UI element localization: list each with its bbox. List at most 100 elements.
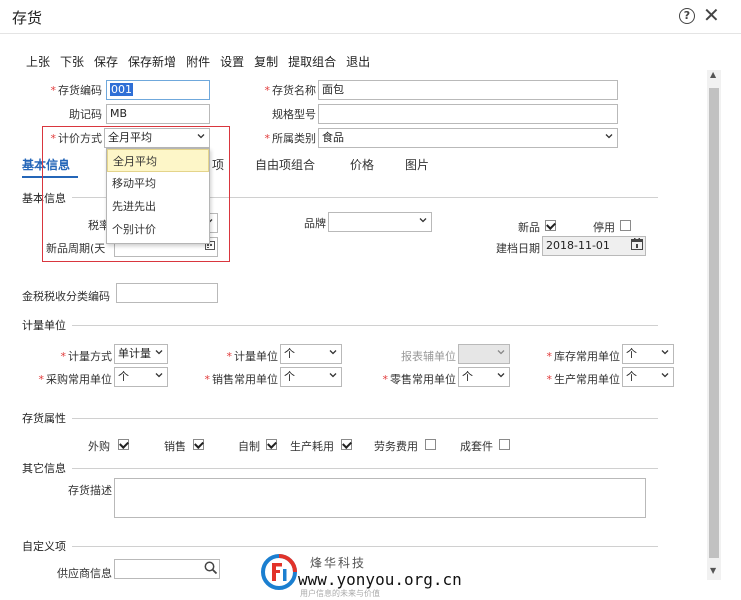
chevron-down-icon <box>497 371 505 379</box>
section-divider <box>72 325 658 326</box>
production-unit-label: * 生产常用单位 <box>546 373 621 386</box>
new-product-checkbox[interactable] <box>545 220 556 231</box>
tab-basic-info[interactable]: 基本信息 <box>22 156 70 173</box>
inventory-code-input[interactable]: 001 <box>106 80 210 100</box>
spec-model-label: 规格型号 <box>272 108 316 121</box>
valuation-option[interactable]: 先进先出 <box>107 195 209 218</box>
next-record-button[interactable]: 下张 <box>60 53 84 69</box>
tab-images[interactable]: 图片 <box>405 156 429 173</box>
other-info-section-title: 其它信息 <box>22 462 66 475</box>
purchase-unit-label: * 采购常用单位 <box>38 373 113 386</box>
spec-model-input[interactable] <box>318 104 618 124</box>
chevron-down-icon <box>419 216 427 224</box>
chevron-down-icon <box>661 371 669 379</box>
measure-unit-label: * 计量单位 <box>226 350 279 363</box>
watermark-sub-text: 用户信息的未来与价值 <box>300 589 380 598</box>
section-divider <box>72 468 658 469</box>
watermark-url-text: www.yonyou.org.cn <box>298 570 462 589</box>
toolbar: 上张 下张 保存 保存新增 附件 设置 复制 提取组合 退出 <box>26 53 380 69</box>
new-cycle-label: 新品周期(天 <box>46 242 106 255</box>
settings-button[interactable]: 设置 <box>220 53 244 69</box>
active-tab-indicator <box>22 176 78 178</box>
valuation-method-select[interactable]: 全月平均 <box>104 128 210 148</box>
scroll-down-icon[interactable]: ▼ <box>710 566 716 575</box>
report-aux-unit-label: 报表辅单位 <box>401 350 456 363</box>
help-icon[interactable]: ? <box>679 8 695 24</box>
unit-section-title: 计量单位 <box>22 319 66 332</box>
disabled-checkbox[interactable] <box>620 220 631 231</box>
attr-purchased-checkbox[interactable] <box>118 439 129 450</box>
new-product-label: 新品 <box>518 221 540 234</box>
report-aux-unit-select <box>458 344 510 364</box>
inventory-name-input[interactable]: 面包 <box>318 80 618 100</box>
brand-select[interactable] <box>328 212 432 232</box>
attachment-button[interactable]: 附件 <box>186 53 210 69</box>
valuation-option[interactable]: 全月平均 <box>107 149 209 172</box>
valuation-method-label: * 计价方式 <box>50 132 103 145</box>
attr-sales-checkbox[interactable] <box>193 439 204 450</box>
attr-production-use-checkbox[interactable] <box>341 439 352 450</box>
brand-label: 品牌 <box>304 217 326 230</box>
attr-labor-cost-checkbox[interactable] <box>425 439 436 450</box>
chevron-down-icon <box>155 348 163 356</box>
tab-price[interactable]: 价格 <box>350 156 374 173</box>
scrollbar-thumb[interactable] <box>709 88 719 558</box>
measure-unit-select[interactable]: 个 <box>280 344 342 364</box>
prev-record-button[interactable]: 上张 <box>26 53 50 69</box>
watermark: 烽华科技 www.yonyou.org.cn 用户信息的未来与价值 <box>260 550 490 600</box>
search-icon[interactable] <box>204 561 218 575</box>
attr-production-use-label: 生产耗用 <box>290 440 334 453</box>
chevron-down-icon <box>329 371 337 379</box>
attr-kit-checkbox[interactable] <box>499 439 510 450</box>
stock-unit-select[interactable]: 个 <box>622 344 674 364</box>
exit-button[interactable]: 退出 <box>346 53 370 69</box>
attr-self-made-label: 自制 <box>238 440 260 453</box>
attr-kit-label: 成套件 <box>460 440 493 453</box>
sales-unit-select[interactable]: 个 <box>280 367 342 387</box>
tax-rate-label: 税率 <box>88 219 110 232</box>
category-select[interactable]: 食品 <box>318 128 618 148</box>
retail-unit-label: * 零售常用单位 <box>382 373 457 386</box>
chevron-down-icon <box>661 348 669 356</box>
stock-unit-label: * 库存常用单位 <box>546 350 621 363</box>
watermark-logo-icon <box>261 554 297 590</box>
retail-unit-select[interactable]: 个 <box>458 367 510 387</box>
mnemonic-code-input[interactable]: MB <box>106 104 210 124</box>
chevron-down-icon <box>497 348 505 356</box>
chevron-down-icon <box>329 348 337 356</box>
description-textarea[interactable] <box>114 478 646 518</box>
copy-button[interactable]: 复制 <box>254 53 278 69</box>
watermark-cn-text: 烽华科技 <box>310 556 367 570</box>
scroll-up-icon[interactable]: ▲ <box>710 70 716 79</box>
chevron-down-icon <box>155 371 163 379</box>
attributes-section-title: 存货属性 <box>22 412 66 425</box>
sales-unit-label: * 销售常用单位 <box>204 373 279 386</box>
measure-method-label: * 计量方式 <box>60 350 113 363</box>
tax-code-input[interactable] <box>116 283 218 303</box>
window-title: 存货 <box>12 9 43 27</box>
attr-self-made-checkbox[interactable] <box>266 439 277 450</box>
chevron-down-icon <box>197 132 205 140</box>
disabled-label: 停用 <box>593 221 615 234</box>
purchase-unit-select[interactable]: 个 <box>114 367 168 387</box>
tab-items[interactable]: 项 <box>212 156 224 173</box>
inventory-name-label: * 存货名称 <box>264 84 317 97</box>
valuation-option[interactable]: 移动平均 <box>107 172 209 195</box>
attr-purchased-label: 外购 <box>88 440 110 453</box>
section-divider <box>72 418 658 419</box>
description-label: 存货描述 <box>68 484 112 497</box>
measure-method-select[interactable]: 单计量 <box>114 344 168 364</box>
valuation-option[interactable]: 个别计价 <box>107 218 209 241</box>
attr-labor-cost-label: 劳务费用 <box>374 440 418 453</box>
attr-sales-label: 销售 <box>164 440 186 453</box>
save-new-button[interactable]: 保存新增 <box>128 53 176 69</box>
tab-free-item-combo[interactable]: 自由项组合 <box>255 156 315 173</box>
window-titlebar: 存货 ? ✕ <box>0 0 741 34</box>
calendar-icon[interactable] <box>631 238 643 250</box>
inventory-code-label: * 存货编码 <box>50 84 103 97</box>
close-icon[interactable]: ✕ <box>703 3 720 27</box>
extract-combo-button[interactable]: 提取组合 <box>288 53 336 69</box>
basic-info-section-title: 基本信息 <box>22 192 66 205</box>
save-button[interactable]: 保存 <box>94 53 118 69</box>
production-unit-select[interactable]: 个 <box>622 367 674 387</box>
